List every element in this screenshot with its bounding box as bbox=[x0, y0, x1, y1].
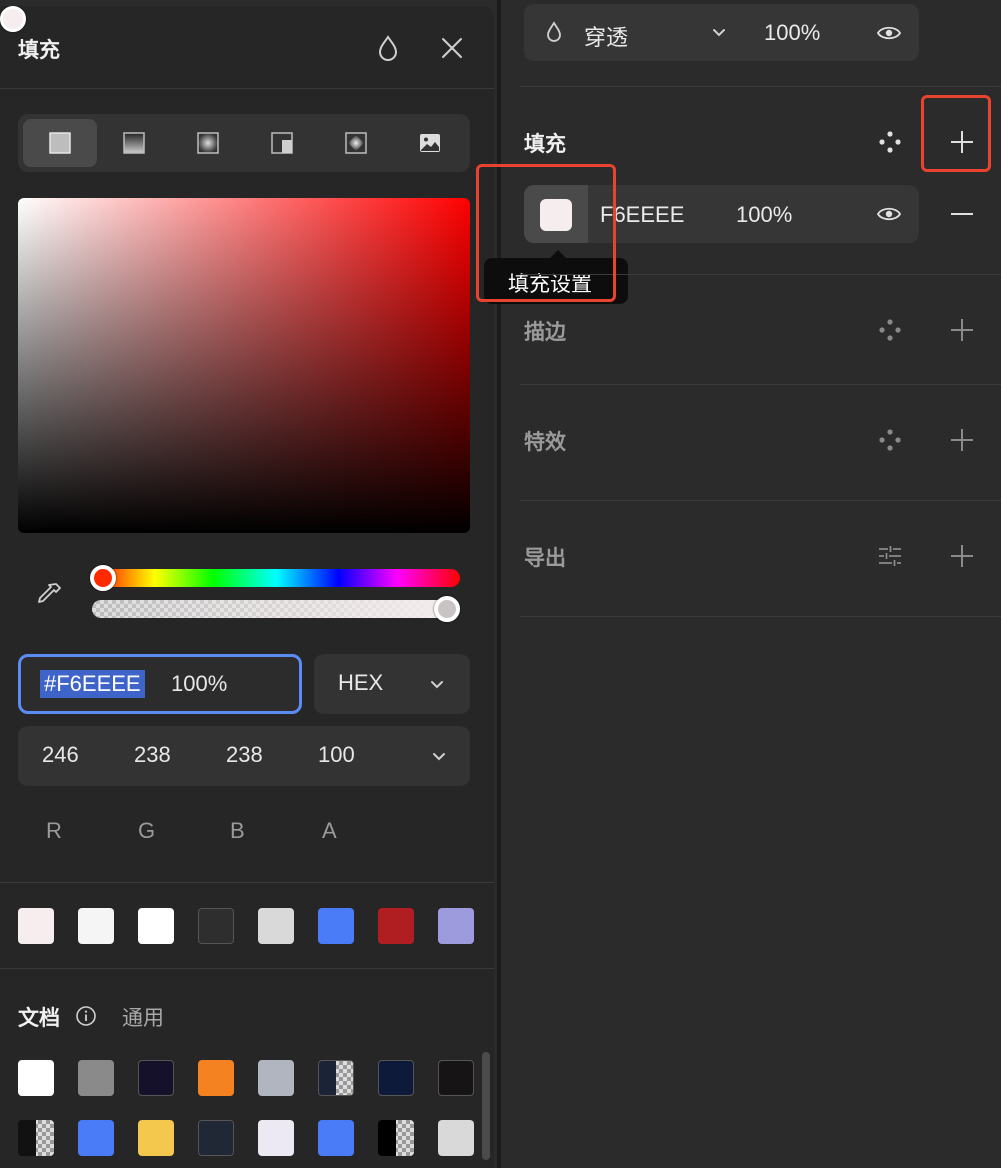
eyedropper-icon[interactable] bbox=[34, 580, 64, 610]
divider bbox=[0, 88, 494, 89]
document-color-swatch[interactable] bbox=[198, 1120, 234, 1156]
document-color-swatch[interactable] bbox=[318, 1060, 354, 1096]
blue-input[interactable]: 238 bbox=[226, 742, 263, 768]
document-color-swatch[interactable] bbox=[318, 1120, 354, 1156]
alpha-label: A bbox=[322, 818, 337, 843]
radial-gradient-icon bbox=[197, 132, 219, 154]
chevron-down-icon bbox=[431, 681, 443, 689]
layer-blend-row[interactable]: 穿透 100% bbox=[524, 4, 919, 61]
solid-fill-icon bbox=[49, 132, 71, 154]
document-color-swatch[interactable] bbox=[378, 1120, 414, 1156]
style-library-icon[interactable] bbox=[876, 426, 904, 454]
panel-title: 填充 bbox=[18, 39, 60, 62]
green-label: G bbox=[138, 818, 156, 843]
fill-type-diamond[interactable] bbox=[319, 119, 393, 167]
blend-mode-select[interactable]: 穿透 bbox=[584, 20, 628, 52]
fill-type-image[interactable] bbox=[393, 119, 467, 167]
tab-document[interactable]: 文档 bbox=[18, 1002, 60, 1032]
divider bbox=[0, 968, 494, 969]
fill-type-solid[interactable] bbox=[23, 119, 97, 167]
add-export-icon[interactable] bbox=[948, 542, 976, 570]
close-icon[interactable] bbox=[436, 32, 468, 64]
hex-input-field[interactable]: #F6EEEE 100% bbox=[18, 654, 302, 714]
alpha-input[interactable]: 100 bbox=[318, 742, 355, 768]
recent-color-swatch[interactable] bbox=[18, 908, 54, 944]
recent-color-swatch[interactable] bbox=[258, 908, 294, 944]
eye-icon[interactable] bbox=[876, 20, 902, 46]
add-effect-icon[interactable] bbox=[948, 426, 976, 454]
recent-color-swatch[interactable] bbox=[78, 908, 114, 944]
export-settings-icon[interactable] bbox=[876, 542, 904, 570]
saturation-handle[interactable] bbox=[0, 6, 26, 32]
fill-type-radial[interactable] bbox=[171, 119, 245, 167]
add-stroke-icon[interactable] bbox=[948, 316, 976, 344]
divider bbox=[520, 500, 1001, 501]
blue-label: B bbox=[230, 818, 245, 843]
document-color-swatch[interactable] bbox=[138, 1060, 174, 1096]
saturation-brightness-area[interactable] bbox=[18, 198, 470, 533]
alpha-slider[interactable] bbox=[92, 600, 460, 618]
fill-type-selector bbox=[18, 114, 470, 172]
info-icon[interactable] bbox=[75, 1005, 97, 1027]
divider bbox=[520, 616, 1001, 617]
hue-handle[interactable] bbox=[90, 565, 116, 591]
divider bbox=[520, 86, 1001, 87]
chevron-down-icon[interactable] bbox=[430, 748, 448, 766]
hex-value[interactable]: #F6EEEE bbox=[40, 670, 145, 698]
eye-icon[interactable] bbox=[876, 201, 902, 227]
document-color-swatch[interactable] bbox=[198, 1060, 234, 1096]
hex-alpha-value[interactable]: 100% bbox=[171, 670, 227, 698]
fill-type-linear[interactable] bbox=[97, 119, 171, 167]
opacity-drop-icon bbox=[547, 21, 561, 42]
red-input[interactable]: 246 bbox=[42, 742, 79, 768]
opacity-drop-icon[interactable] bbox=[372, 32, 404, 64]
fill-section-title: 填充 bbox=[524, 133, 566, 156]
scrollbar[interactable] bbox=[482, 1052, 490, 1160]
document-color-swatch[interactable] bbox=[258, 1120, 294, 1156]
linear-gradient-icon bbox=[123, 132, 145, 154]
rgba-input-row[interactable]: 246 238 238 100 bbox=[18, 726, 470, 786]
chevron-down-icon[interactable] bbox=[710, 24, 728, 42]
color-picker-panel: 填充 #F6EEEE 100% HEX 246 238 238 100 R G … bbox=[0, 6, 494, 1168]
document-color-swatch[interactable] bbox=[438, 1120, 474, 1156]
style-library-icon[interactable] bbox=[876, 316, 904, 344]
highlight-add-fill bbox=[921, 95, 991, 172]
green-input[interactable]: 238 bbox=[134, 742, 171, 768]
document-color-swatch[interactable] bbox=[18, 1060, 54, 1096]
document-color-swatch[interactable] bbox=[18, 1120, 54, 1156]
fill-type-angular[interactable] bbox=[245, 119, 319, 167]
highlight-fill-settings bbox=[476, 164, 616, 302]
document-color-swatch[interactable] bbox=[438, 1060, 474, 1096]
recent-color-swatch[interactable] bbox=[138, 908, 174, 944]
divider bbox=[0, 882, 494, 883]
document-color-swatch[interactable] bbox=[258, 1060, 294, 1096]
layer-opacity-input[interactable]: 100% bbox=[764, 20, 820, 46]
recent-color-swatch[interactable] bbox=[438, 908, 474, 944]
color-format-select[interactable]: HEX bbox=[314, 654, 470, 714]
alpha-handle[interactable] bbox=[434, 596, 460, 622]
document-color-swatch[interactable] bbox=[378, 1060, 414, 1096]
remove-fill-icon[interactable] bbox=[948, 200, 976, 228]
red-label: R bbox=[46, 818, 62, 843]
angular-gradient-icon bbox=[271, 132, 293, 154]
recent-color-swatch[interactable] bbox=[198, 908, 234, 944]
image-icon bbox=[420, 134, 440, 152]
tab-general[interactable]: 通用 bbox=[122, 1002, 164, 1032]
fill-opacity-input[interactable]: 100% bbox=[736, 202, 792, 228]
hue-slider[interactable] bbox=[92, 569, 460, 587]
effects-section-title: 特效 bbox=[524, 431, 566, 454]
recent-color-swatch[interactable] bbox=[318, 908, 354, 944]
document-color-swatch[interactable] bbox=[78, 1060, 114, 1096]
color-format-label: HEX bbox=[338, 670, 384, 695]
export-section-title: 导出 bbox=[524, 547, 566, 570]
divider bbox=[520, 384, 1001, 385]
document-color-swatch[interactable] bbox=[138, 1120, 174, 1156]
stroke-section-title: 描边 bbox=[524, 321, 566, 344]
diamond-gradient-icon bbox=[345, 132, 367, 154]
recent-color-swatch[interactable] bbox=[378, 908, 414, 944]
document-color-swatch[interactable] bbox=[78, 1120, 114, 1156]
style-library-icon[interactable] bbox=[876, 128, 904, 156]
